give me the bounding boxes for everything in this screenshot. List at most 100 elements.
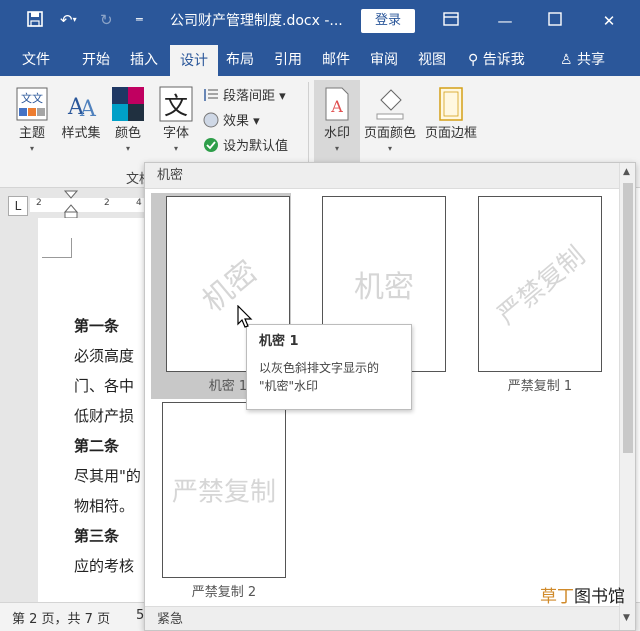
tab-review[interactable]: 审阅 bbox=[370, 44, 398, 76]
colors-button[interactable]: 颜色 ▾ bbox=[108, 86, 148, 154]
close-icon[interactable]: ✕ bbox=[594, 8, 624, 34]
paragraph-spacing-label: 段落间距 bbox=[223, 89, 276, 104]
watermark-tooltip: 机密 1 以灰色斜排文字显示的 "机密"水印 bbox=[246, 324, 412, 410]
search-icon: ⚲ bbox=[468, 52, 479, 68]
ribbon-display-icon[interactable] bbox=[436, 8, 466, 34]
watermark-option-do-not-copy-2[interactable]: 严禁复制 严禁复制 2 bbox=[147, 399, 287, 605]
tab-insert[interactable]: 插入 bbox=[130, 44, 158, 76]
share-label: 共享 bbox=[577, 52, 606, 68]
customize-toolbar-icon[interactable]: ═ bbox=[136, 10, 143, 30]
doc-line: 第一条 bbox=[74, 317, 120, 335]
watermark-preview-text: 严禁复制 bbox=[171, 477, 277, 508]
page-color-button[interactable]: 页面颜色 ▾ bbox=[362, 86, 418, 154]
watermark-label: 水印 bbox=[323, 126, 350, 141]
document-page[interactable]: 第一条 必须高度 门、各中 低财产损 第二条 尽其用"的 物相符。 第三条 应的… bbox=[38, 218, 148, 602]
gallery-section-header: 机密 bbox=[145, 163, 619, 189]
horizontal-ruler: L 2 2 4 bbox=[0, 188, 148, 219]
mouse-pointer-icon bbox=[236, 304, 254, 329]
doc-line: 第二条 bbox=[74, 437, 120, 455]
theme-button[interactable]: 文文 主题 ▾ bbox=[10, 86, 54, 154]
tell-me-search[interactable]: ⚲ 告诉我 bbox=[468, 44, 525, 76]
watermark-preview-text: 机密 bbox=[354, 270, 414, 305]
set-default-button[interactable]: 设为默认值 bbox=[203, 136, 288, 158]
watermark-caption: 严禁复制 2 bbox=[191, 585, 257, 600]
theme-label: 主题 bbox=[18, 126, 45, 141]
title-bar: ↶▾ ↻ ═ 公司财产管理制度.docx -... 登录 — ✕ bbox=[0, 0, 640, 44]
doc-line: 第三条 bbox=[74, 527, 120, 545]
tooltip-description: "机密"水印 bbox=[259, 379, 319, 393]
effects-icon bbox=[203, 112, 219, 128]
margin-marker bbox=[42, 238, 72, 258]
scroll-down-icon[interactable]: ▼ bbox=[623, 613, 630, 623]
tab-view[interactable]: 视图 bbox=[418, 44, 446, 76]
effects-button[interactable]: 效果 ▾ bbox=[203, 111, 260, 133]
gallery-scrollbar[interactable]: ▲ ▼ bbox=[619, 163, 635, 630]
watermark-icon: A bbox=[320, 86, 354, 122]
site-watermark-part: 草丁 bbox=[540, 587, 574, 607]
theme-icon: 文文 bbox=[15, 86, 49, 122]
tab-layout[interactable]: 布局 bbox=[226, 44, 254, 76]
set-default-label: 设为默认值 bbox=[223, 139, 289, 154]
fonts-button[interactable]: 文 字体 ▾ bbox=[156, 86, 196, 154]
tab-stop-selector[interactable]: L bbox=[8, 196, 28, 216]
doc-line: 物相符。 bbox=[74, 497, 135, 515]
scrollbar-thumb[interactable] bbox=[623, 183, 633, 453]
style-set-button[interactable]: AA 样式集 bbox=[56, 86, 106, 142]
page-border-icon bbox=[434, 86, 468, 122]
maximize-icon[interactable] bbox=[540, 8, 570, 34]
group-divider bbox=[308, 82, 309, 162]
tab-references[interactable]: 引用 bbox=[274, 44, 302, 76]
paragraph-spacing-icon bbox=[203, 87, 219, 103]
chevron-down-icon: ▾ bbox=[29, 144, 34, 153]
page-border-label: 页面边框 bbox=[424, 126, 477, 141]
fonts-icon: 文 bbox=[159, 86, 193, 122]
site-watermark: 草丁图书馆 bbox=[540, 582, 625, 607]
save-icon[interactable] bbox=[26, 10, 44, 33]
chevron-down-icon: ▾ bbox=[387, 144, 392, 153]
doc-line: 必须高度 bbox=[74, 347, 135, 365]
window-title: 公司财产管理制度.docx -... bbox=[170, 13, 343, 29]
redo-icon[interactable]: ↻ bbox=[100, 10, 113, 30]
page-color-label: 页面颜色 bbox=[363, 126, 416, 141]
svg-text:A: A bbox=[79, 97, 97, 122]
document-area: 第一条 必须高度 门、各中 低财产损 第二条 尽其用"的 物相符。 第三条 应的… bbox=[0, 218, 148, 602]
paint-bucket-icon bbox=[373, 86, 407, 122]
style-set-label: 样式集 bbox=[61, 126, 101, 141]
svg-text:文文: 文文 bbox=[21, 91, 43, 105]
tab-file[interactable]: 文件 bbox=[22, 44, 50, 76]
tab-mailings[interactable]: 邮件 bbox=[322, 44, 350, 76]
style-set-icon: AA bbox=[64, 86, 98, 122]
person-icon: ♙ bbox=[560, 52, 573, 68]
watermark-button[interactable]: A 水印 ▾ bbox=[314, 80, 360, 162]
effects-label: 效果 bbox=[223, 114, 250, 129]
undo-icon[interactable]: ↶▾ bbox=[60, 10, 77, 30]
minimize-icon[interactable]: — bbox=[490, 8, 520, 34]
doc-line: 应的考核 bbox=[74, 557, 135, 575]
tooltip-description: 以灰色斜排文字显示的 bbox=[259, 361, 380, 375]
ruler-scale bbox=[30, 198, 148, 212]
ruler-number: 4 bbox=[136, 198, 142, 208]
tab-design[interactable]: 设计 bbox=[170, 45, 218, 76]
share-button[interactable]: ♙ 共享 bbox=[560, 44, 605, 76]
colors-label: 颜色 bbox=[114, 126, 141, 141]
tab-home[interactable]: 开始 bbox=[82, 44, 110, 76]
palette-icon bbox=[111, 86, 145, 122]
watermark-preview: 严禁复制 bbox=[478, 196, 602, 372]
doc-line: 门、各中 bbox=[74, 377, 135, 395]
chevron-down-icon: ▾ bbox=[125, 144, 130, 153]
tooltip-title: 机密 1 bbox=[259, 334, 299, 349]
watermark-option-do-not-copy-1[interactable]: 严禁复制 严禁复制 1 bbox=[463, 193, 603, 399]
tell-me-label: 告诉我 bbox=[482, 52, 525, 68]
page-border-button[interactable]: 页面边框 bbox=[422, 86, 480, 142]
doc-line: 尽其用"的 bbox=[74, 467, 141, 485]
ruler-number: 2 bbox=[36, 198, 42, 208]
svg-text:文: 文 bbox=[164, 92, 188, 120]
scroll-up-icon[interactable]: ▲ bbox=[623, 167, 630, 177]
gallery-section-header: 紧急 bbox=[145, 606, 619, 630]
page-count[interactable]: 第 2 页，共 7 页 bbox=[12, 608, 110, 627]
chevron-down-icon: ▾ bbox=[334, 144, 339, 153]
paragraph-spacing-button[interactable]: 段落间距 ▾ bbox=[203, 86, 286, 108]
ruler-number: 2 bbox=[104, 198, 110, 208]
login-button[interactable]: 登录 bbox=[361, 9, 415, 33]
watermark-caption: 严禁复制 1 bbox=[507, 379, 573, 394]
